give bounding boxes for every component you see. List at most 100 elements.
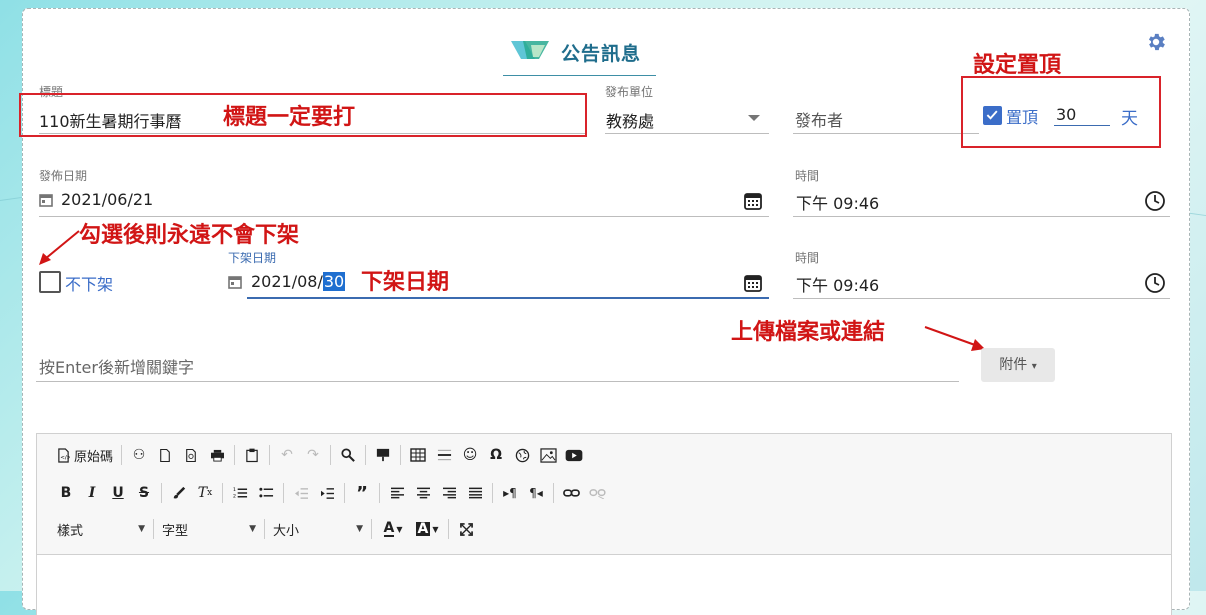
image-icon[interactable] xyxy=(537,444,559,466)
page-title: 公告訊息 xyxy=(561,43,642,65)
toolbar-separator xyxy=(269,445,271,465)
remove-format-icon[interactable]: Tx xyxy=(194,482,216,504)
toolbar-separator xyxy=(330,445,332,465)
paste-icon[interactable] xyxy=(241,444,263,466)
size-combo[interactable]: 大小 ▼ xyxy=(269,518,367,540)
preview-icon[interactable] xyxy=(180,444,202,466)
new-page-icon[interactable] xyxy=(154,444,176,466)
attach-button[interactable]: 附件 ▾ xyxy=(981,348,1055,382)
undo-icon[interactable]: ↶ xyxy=(276,444,298,466)
announcement-card: 公告訊息 標題 110新生暑期行事曆 標題一定要打 發布單位 教務處 發布者 設… xyxy=(19,8,1190,615)
accessibility-icon[interactable]: ⚇ xyxy=(128,444,150,466)
unit-select[interactable]: 教務處 xyxy=(606,108,654,132)
pin-days-input[interactable]: 30 xyxy=(1056,105,1076,124)
red-arrow-icon xyxy=(924,326,985,351)
align-left-icon[interactable] xyxy=(386,482,408,504)
annotation-title-required: 標題一定要打 xyxy=(223,105,356,130)
date-picker-icon[interactable] xyxy=(743,191,763,211)
toolbar-separator xyxy=(492,483,493,503)
annotation-set-pin: 設定置頂 xyxy=(973,53,1062,78)
pin-label: 置頂 xyxy=(1006,108,1039,127)
annotation-upload: 上傳檔案或連結 xyxy=(731,320,886,345)
publisher-underline xyxy=(793,133,979,134)
unpublish-date-text: 2021/08/ xyxy=(251,272,323,291)
dropdown-arrow-icon[interactable] xyxy=(747,113,761,123)
toolbar-separator xyxy=(234,445,236,465)
globe-icon[interactable] xyxy=(511,444,533,466)
toolbar-separator xyxy=(153,519,154,539)
unpublish-time-label: 時間 xyxy=(795,251,820,265)
italic-icon[interactable]: I xyxy=(81,482,103,504)
blockquote-icon[interactable]: ” xyxy=(351,482,373,504)
chevron-down-icon: ▼ xyxy=(356,524,363,534)
print-icon[interactable] xyxy=(206,444,228,466)
red-arrow-icon xyxy=(39,230,80,265)
link-icon[interactable] xyxy=(560,482,582,504)
publisher-input[interactable]: 發布者 xyxy=(795,107,843,131)
template-icon[interactable] xyxy=(372,444,394,466)
unpublish-date-input[interactable]: 2021/08/30 xyxy=(251,272,346,291)
keyword-underline xyxy=(36,381,959,382)
justify-icon[interactable] xyxy=(464,482,486,504)
publish-time-input[interactable]: 下午 09:46 xyxy=(796,190,879,214)
style-combo[interactable]: 樣式 ▼ xyxy=(53,518,149,540)
rich-text-editor: </> 原始碼 ⚇ ↶ ↷ ☺ Ω xyxy=(36,433,1172,615)
omega-icon[interactable]: Ω xyxy=(485,444,507,466)
table-icon[interactable] xyxy=(407,444,429,466)
toolbar-separator xyxy=(448,519,449,539)
publish-date-input[interactable]: 2021/06/21 xyxy=(61,190,153,209)
no-unpublish-label: 不下架 xyxy=(65,275,114,294)
clock-icon[interactable] xyxy=(1144,272,1166,294)
emoji-icon[interactable]: ☺ xyxy=(459,444,481,466)
toolbar-row-2: B I U S Tx 12 ” ▸¶ ¶◂ xyxy=(53,482,610,504)
source-icon: </> xyxy=(58,447,70,463)
search-icon[interactable] xyxy=(337,444,359,466)
publish-time-underline xyxy=(793,216,1170,217)
toolbar-separator xyxy=(400,445,402,465)
toolbar-separator xyxy=(264,519,265,539)
maximize-icon[interactable] xyxy=(455,518,477,540)
unpublish-date-underline xyxy=(247,297,769,299)
bulleted-list-icon[interactable] xyxy=(255,482,277,504)
gear-icon[interactable] xyxy=(1145,31,1167,53)
text-color-icon[interactable]: A ▼ xyxy=(378,518,408,540)
chevron-down-icon: ▼ xyxy=(249,524,256,534)
numbered-list-icon[interactable]: 12 xyxy=(229,482,251,504)
strikethrough-icon[interactable]: S xyxy=(133,482,155,504)
youtube-icon[interactable] xyxy=(563,444,585,466)
unit-underline xyxy=(605,133,769,134)
toolbar-separator xyxy=(222,483,223,503)
redo-icon[interactable]: ↷ xyxy=(302,444,324,466)
unlink-icon[interactable] xyxy=(586,482,608,504)
unpublish-time-input[interactable]: 下午 09:46 xyxy=(796,272,879,296)
horizontal-line-icon[interactable] xyxy=(433,444,455,466)
size-combo-label: 大小 xyxy=(273,523,300,539)
format-painter-icon[interactable] xyxy=(168,482,190,504)
pin-checkbox[interactable] xyxy=(983,106,1002,125)
background-color-icon[interactable]: A ▼ xyxy=(412,518,442,540)
svg-text:2: 2 xyxy=(233,494,236,500)
source-button[interactable]: </> 原始碼 xyxy=(55,444,115,466)
editor-content-area[interactable] xyxy=(37,554,1171,615)
keyword-input[interactable]: 按Enter後新增關鍵字 xyxy=(39,354,194,378)
bold-icon[interactable]: B xyxy=(55,482,77,504)
indent-icon[interactable] xyxy=(316,482,338,504)
annotation-never-unpublish: 勾選後則永遠不會下架 xyxy=(79,223,300,248)
outdent-icon[interactable] xyxy=(290,482,312,504)
ltr-icon[interactable]: ▸¶ xyxy=(499,482,521,504)
toolbar-row-3: 樣式 ▼ 字型 ▼ 大小 ▼ A ▼ A ▼ xyxy=(53,518,479,540)
underline-icon[interactable]: U xyxy=(107,482,129,504)
clock-icon[interactable] xyxy=(1144,190,1166,212)
unpublish-date-selected: 30 xyxy=(322,272,346,291)
align-right-icon[interactable] xyxy=(438,482,460,504)
font-combo[interactable]: 字型 ▼ xyxy=(158,518,260,540)
no-unpublish-checkbox[interactable] xyxy=(39,271,61,293)
date-picker-icon[interactable] xyxy=(743,273,763,293)
unit-label: 發布單位 xyxy=(605,85,654,99)
style-combo-label: 樣式 xyxy=(57,523,84,539)
calendar-icon xyxy=(228,276,242,289)
rtl-icon[interactable]: ¶◂ xyxy=(525,482,547,504)
align-center-icon[interactable] xyxy=(412,482,434,504)
annotation-unpublish-date: 下架日期 xyxy=(361,270,450,295)
logo-icon xyxy=(511,41,549,59)
